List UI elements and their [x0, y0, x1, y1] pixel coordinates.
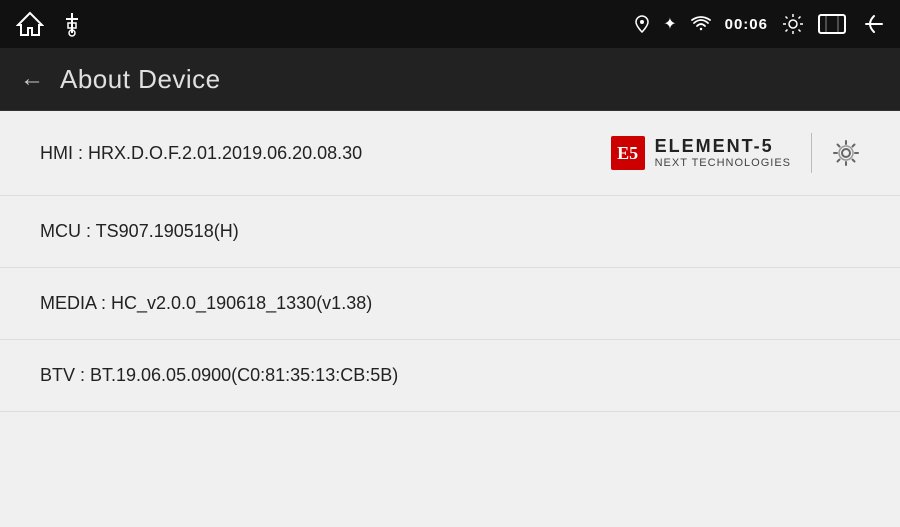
brand-sub-text: NEXT TECHNOLOGIES: [655, 157, 791, 170]
gear-settings-icon[interactable]: [832, 139, 860, 167]
mcu-text: MCU : TS907.190518(H): [40, 221, 239, 242]
e5-badge: E5: [611, 136, 645, 170]
media-text: MEDIA : HC_v2.0.0_190618_1330(v1.38): [40, 293, 372, 314]
brand-main-text: ELEMENT-5: [655, 136, 791, 158]
back-button[interactable]: ←: [20, 65, 44, 93]
brand-name: ELEMENT-5 NEXT TECHNOLOGIES: [655, 136, 791, 171]
screen-icon: [818, 14, 846, 34]
bluetooth-icon: ✦: [663, 14, 676, 34]
title-bar: ← About Device: [0, 48, 900, 111]
hmi-text: HMI : HRX.D.O.F.2.01.2019.06.20.08.30: [40, 143, 362, 164]
page-title: About Device: [60, 64, 221, 95]
brand-logo: E5 ELEMENT-5 NEXT TECHNOLOGIES: [611, 133, 860, 173]
status-left-icons: [16, 11, 82, 37]
content-area: HMI : HRX.D.O.F.2.01.2019.06.20.08.30 E5…: [0, 111, 900, 527]
system-back-icon[interactable]: [860, 14, 884, 34]
time-display: 00:06: [725, 16, 768, 33]
status-right-icons: ✦ 00:06: [635, 13, 884, 35]
home-icon[interactable]: [16, 11, 44, 37]
location-icon: [635, 15, 649, 33]
btv-text: BTV : BT.19.06.05.0900(C0:81:35:13:CB:5B…: [40, 365, 398, 386]
hmi-row: HMI : HRX.D.O.F.2.01.2019.06.20.08.30 E5…: [0, 111, 900, 196]
signal-icon: [691, 15, 711, 33]
brightness-icon: [782, 13, 804, 35]
media-row: MEDIA : HC_v2.0.0_190618_1330(v1.38): [0, 268, 900, 340]
mcu-row: MCU : TS907.190518(H): [0, 196, 900, 268]
status-bar: ✦ 00:06: [0, 0, 900, 48]
usb-icon: [62, 11, 82, 37]
btv-row: BTV : BT.19.06.05.0900(C0:81:35:13:CB:5B…: [0, 340, 900, 412]
logo-divider: [811, 133, 812, 173]
